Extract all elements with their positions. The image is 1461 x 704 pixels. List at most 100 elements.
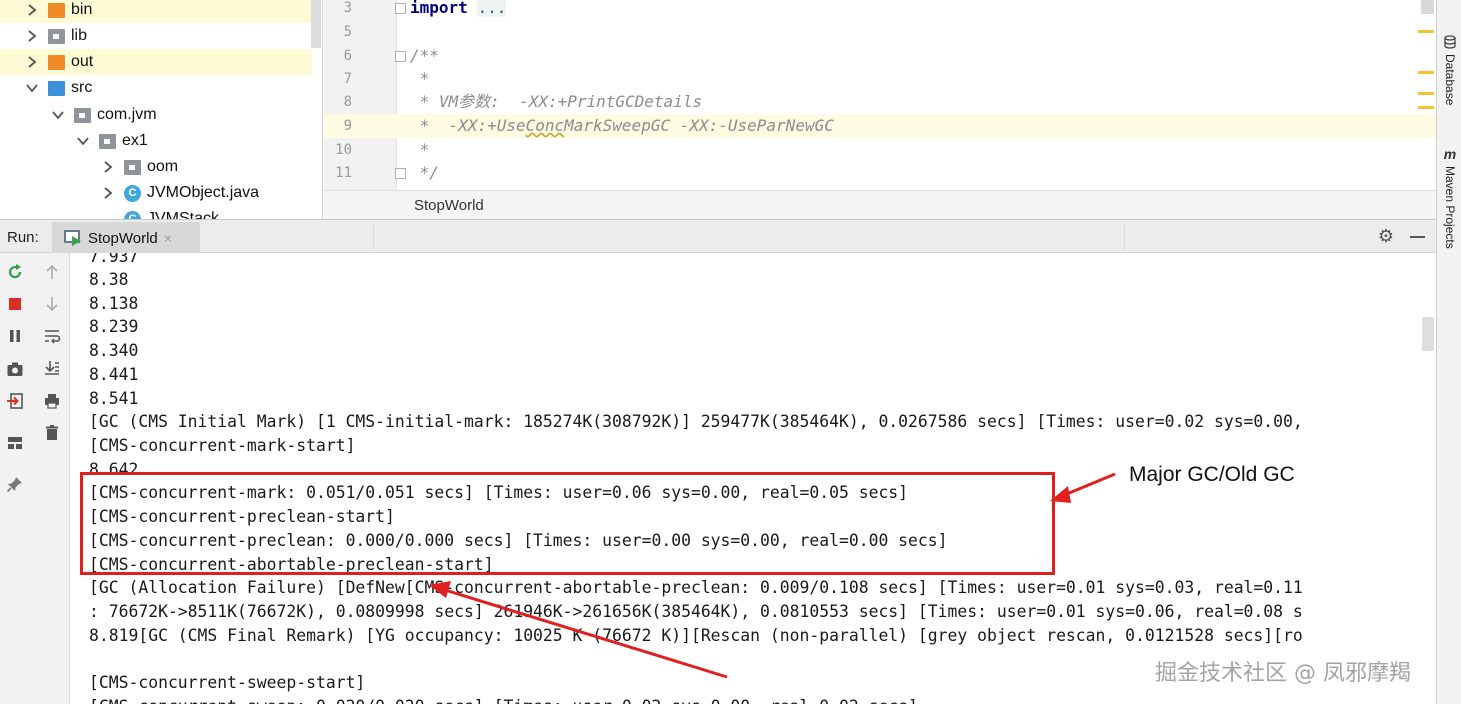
tree-item-out[interactable]: out	[0, 49, 312, 75]
console-line: [CMS-concurrent-sweep-start]	[89, 673, 366, 692]
code-text-part: * -XX:+Use	[410, 116, 526, 135]
tree-item-label: lib	[71, 27, 88, 44]
code-text: * VM参数: -XX:+PrintGCDetails	[410, 92, 703, 111]
folder-icon	[48, 80, 65, 96]
tree-item-label: com.jvm	[97, 106, 157, 123]
code-text-part: MarkSweepGC -XX:-UseParNewGC	[564, 116, 834, 135]
fold-expand-icon[interactable]	[395, 3, 406, 14]
code-line[interactable]: 3 import ...	[324, 0, 1436, 20]
tree-item-bin[interactable]: bin	[0, 0, 312, 23]
tree-item-src[interactable]: src	[0, 75, 312, 101]
run-label: Run:	[7, 229, 39, 246]
exit-icon[interactable]	[4, 390, 26, 412]
run-window-header: Run: StopWorld × ⚙	[0, 219, 1436, 254]
maven-tool-tab[interactable]: m Maven Projects	[1439, 146, 1461, 249]
database-tool-tab[interactable]: Database	[1439, 34, 1461, 105]
java-class-icon: C	[124, 184, 141, 202]
rerun-icon[interactable]	[4, 261, 26, 283]
scroll-to-end-icon[interactable]	[41, 357, 63, 379]
project-tree: bin lib out src com.jvm ex1 oom C JVMObj…	[0, 0, 323, 219]
tree-item-label: JVMStack	[147, 210, 220, 219]
line-number: 9	[343, 118, 352, 134]
line-number: 10	[335, 142, 352, 158]
arrow-up-icon[interactable]	[41, 261, 63, 283]
tree-item-jvmstack[interactable]: C JVMStack	[0, 206, 312, 219]
code-text: * -XX:+UseConcMarkSweepGC -XX:-UseParNew…	[410, 114, 834, 138]
pause-icon[interactable]	[4, 325, 26, 347]
import-ellipsis[interactable]: ...	[477, 0, 507, 17]
maven-icon: m	[1443, 146, 1457, 162]
code-line[interactable]: 10 *	[324, 138, 1436, 162]
stop-icon[interactable]	[4, 293, 26, 315]
code-line[interactable]: 11 */	[324, 161, 1436, 185]
trash-icon[interactable]	[41, 422, 63, 444]
chevron-right-icon[interactable]	[102, 187, 114, 199]
print-icon[interactable]	[41, 390, 63, 412]
chevron-right-icon[interactable]	[26, 30, 38, 42]
tree-item-label: JVMObject.java	[147, 184, 260, 201]
java-class-icon: C	[124, 210, 141, 219]
tree-item-ex1[interactable]: ex1	[0, 128, 312, 154]
fold-collapse-icon[interactable]	[395, 51, 406, 62]
close-icon[interactable]: ×	[164, 230, 172, 246]
tree-item-label: out	[71, 53, 94, 70]
chevron-right-icon[interactable]	[26, 56, 38, 68]
soft-wrap-icon[interactable]	[41, 325, 63, 347]
console-line: 8.541	[89, 389, 139, 408]
console-line: [CMS-concurrent-mark-start]	[89, 436, 356, 455]
chevron-right-icon[interactable]	[26, 4, 38, 16]
code-line-current[interactable]: 9 * -XX:+UseConcMarkSweepGC -XX:-UseParN…	[324, 114, 1436, 138]
package-icon	[74, 107, 91, 123]
code-line[interactable]: 5	[324, 20, 1436, 44]
header-separator	[373, 224, 374, 250]
warning-marker[interactable]	[1418, 92, 1434, 95]
chevron-right-icon[interactable]	[102, 161, 114, 173]
camera-icon[interactable]	[4, 358, 26, 380]
arrow-down-icon[interactable]	[41, 293, 63, 315]
highlight-box	[80, 472, 1055, 575]
tree-item-com-jvm[interactable]: com.jvm	[0, 102, 312, 128]
code-line[interactable]: 7 *	[324, 67, 1436, 91]
watermark: 掘金技术社区 @ 凤邪摩羯	[1155, 661, 1411, 686]
line-number: 7	[343, 71, 352, 87]
tree-scrollbar[interactable]	[311, 0, 321, 48]
console-scrollbar[interactable]	[1422, 317, 1434, 351]
run-toolbar	[0, 253, 70, 704]
minimize-icon[interactable]	[1410, 236, 1425, 238]
tree-item-jvmobject[interactable]: C JVMObject.java	[0, 180, 312, 206]
line-number: 11	[335, 165, 352, 181]
tree-item-label: bin	[71, 1, 93, 18]
chevron-down-icon[interactable]	[26, 82, 38, 94]
database-tab-label: Database	[1443, 54, 1457, 106]
code-line[interactable]: 8 * VM参数: -XX:+PrintGCDetails	[324, 90, 1436, 114]
gear-icon[interactable]: ⚙	[1377, 227, 1395, 245]
line-number: 5	[343, 24, 352, 40]
import-keyword: import	[410, 0, 468, 17]
code-editor[interactable]: 3 import ... 5 6 /** 7 * 8 * VM参数: -XX:+…	[324, 0, 1436, 219]
console-line: 8.819[GC (CMS Final Remark) [YG occupanc…	[89, 626, 1303, 645]
run-tab-stopworld[interactable]: StopWorld ×	[52, 222, 200, 254]
folder-icon	[48, 54, 65, 70]
tree-item-oom[interactable]: oom	[0, 154, 312, 180]
editor-scrollbar[interactable]	[1421, 0, 1434, 14]
code-line[interactable]: 6 /**	[324, 44, 1436, 68]
console-line: 8.239	[89, 317, 139, 336]
console-line: [GC (Allocation Failure) [DefNew[CMS-con…	[89, 578, 1303, 597]
warning-marker[interactable]	[1418, 30, 1434, 33]
warning-marker[interactable]	[1418, 106, 1434, 109]
breadcrumb[interactable]: StopWorld	[324, 190, 1436, 219]
header-separator	[1124, 224, 1125, 250]
chevron-down-icon[interactable]	[77, 135, 89, 147]
line-number: 3	[343, 0, 352, 16]
tree-item-lib[interactable]: lib	[0, 23, 312, 49]
console-line: 8.138	[89, 294, 139, 313]
layout-icon[interactable]	[4, 432, 26, 454]
tree-item-label: src	[71, 79, 93, 96]
pin-icon[interactable]	[4, 473, 26, 495]
fold-end-icon[interactable]	[395, 168, 406, 179]
warning-marker[interactable]	[1418, 71, 1434, 74]
run-tab-label: StopWorld	[88, 229, 158, 247]
console-line: 7.937	[89, 253, 139, 266]
chevron-down-icon[interactable]	[52, 109, 64, 121]
line-number: 8	[343, 94, 352, 110]
